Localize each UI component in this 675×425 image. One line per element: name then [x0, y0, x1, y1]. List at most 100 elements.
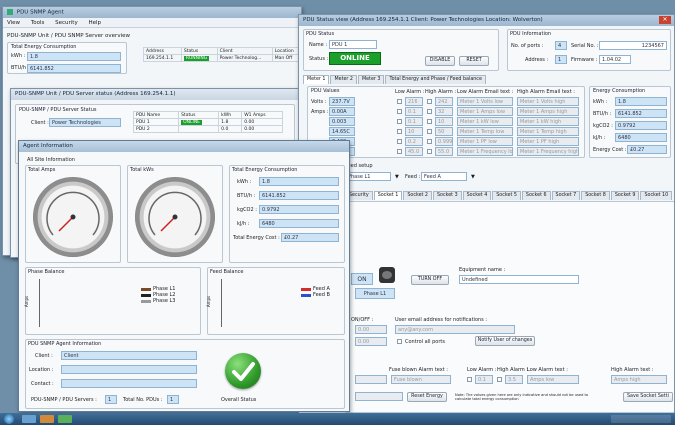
temp-low-checkbox[interactable] [397, 129, 402, 134]
turn-off-button[interactable]: TURN OFF [411, 275, 449, 285]
col-pdu-name[interactable]: PDU Name [132, 111, 180, 119]
amps-low-field[interactable]: 0.1 [405, 107, 423, 116]
tab-socket-8[interactable]: Socket 8 [581, 191, 610, 200]
freq-low-field[interactable]: 45.0 [405, 147, 423, 156]
pf-low-checkbox[interactable] [397, 139, 402, 144]
amps-low-text[interactable]: Meter 1 Amps low [457, 107, 513, 116]
col-address[interactable]: Address [143, 47, 182, 55]
ec-kgco2-label: kgCO2 : [593, 123, 613, 129]
notify-button[interactable]: Notify User of changes [475, 336, 535, 346]
reset-button[interactable]: RESET [459, 56, 489, 66]
chevron-down-icon[interactable]: ▼ [395, 174, 399, 180]
close-icon[interactable]: ✕ [659, 16, 671, 24]
pf-high-field[interactable]: 0.999 [435, 137, 453, 146]
tab-meter-3[interactable]: Meter 3 [357, 75, 385, 84]
volts-low-field[interactable]: 216 [405, 97, 423, 106]
kwh-field: 1.8 [27, 52, 121, 61]
sock-high-field[interactable]: 3.5 [505, 375, 523, 384]
sock-low-field[interactable]: 0.1 [475, 375, 493, 384]
disable-button[interactable]: DISABLE [425, 56, 455, 66]
volts-high-field[interactable]: 242 [435, 97, 453, 106]
pf-high-text[interactable]: Meter 1 PF high [517, 137, 579, 146]
menu-tools[interactable]: Tools [31, 20, 45, 26]
freq-high-text[interactable]: Meter 1 Frequency high [517, 147, 579, 156]
tab-meter-1[interactable]: Meter 1 [303, 75, 330, 84]
amps-low-checkbox[interactable] [397, 109, 402, 114]
feed-select[interactable]: Feed A [421, 172, 467, 181]
taskbar-app-icon[interactable] [40, 415, 54, 423]
col-client[interactable]: Client [216, 47, 273, 55]
temp-high-text[interactable]: Meter 1 Temp high [517, 127, 579, 136]
menu-security[interactable]: Security [55, 20, 78, 26]
pf-high-checkbox[interactable] [427, 139, 432, 144]
freq-low-checkbox[interactable] [397, 149, 402, 154]
tab-socket-2[interactable]: Socket 2 [403, 191, 432, 200]
sock-high-text-field[interactable]: Amps high [611, 375, 667, 384]
volts-low-checkbox[interactable] [397, 99, 402, 104]
amps-high-field[interactable]: 32 [435, 107, 453, 116]
menu-view[interactable]: View [7, 20, 20, 26]
control-all-checkbox[interactable] [397, 339, 402, 344]
start-orb-icon[interactable] [4, 414, 14, 424]
volts-high-text[interactable]: Meter 1 Volts high [517, 97, 579, 106]
temp-low-field[interactable]: 10 [405, 127, 423, 136]
reset-energy-button[interactable]: Reset Energy [407, 392, 447, 402]
sock-high-checkbox[interactable] [497, 377, 502, 382]
volts-high-checkbox[interactable] [427, 99, 432, 104]
tab-socket-1[interactable]: Socket 1 [373, 191, 403, 200]
freq-high-checkbox[interactable] [427, 149, 432, 154]
col-location[interactable]: Location [271, 47, 301, 55]
tab-meter-2[interactable]: Meter 2 [330, 75, 357, 84]
taskbar-app-icon[interactable] [58, 415, 72, 423]
tab-socket-4[interactable]: Socket 4 [462, 191, 492, 200]
kw-low-text[interactable]: Meter 1 kW low [457, 117, 513, 126]
kw-high-field[interactable]: 10 [435, 117, 453, 126]
sock-low-checkbox[interactable] [467, 377, 472, 382]
amps-high-checkbox[interactable] [427, 109, 432, 114]
kw-low-checkbox[interactable] [397, 119, 402, 124]
temp-value: 14.65C [329, 127, 355, 136]
name-field[interactable]: PDU 1 [329, 40, 377, 49]
table-row[interactable]: PDU 1 ONLINE 1.8 0.00 [132, 118, 283, 126]
agent-contact-field[interactable] [61, 379, 197, 388]
temp-high-checkbox[interactable] [427, 129, 432, 134]
table-row[interactable]: 169.254.1.1 RUNNING Power Technolog... M… [143, 54, 301, 62]
tab-total-energy[interactable]: Total Energy and Phase / Feed balance [385, 75, 486, 84]
volts-low-text[interactable]: Meter 1 Volts low [457, 97, 513, 106]
equipment-field[interactable]: Undefined [459, 275, 579, 284]
taskbar-app-icon[interactable] [22, 415, 36, 423]
freq-high-field[interactable]: 55.0 [435, 147, 453, 156]
table-row[interactable]: PDU 2 0.0 0.00 [132, 125, 283, 133]
fuse-field[interactable]: Fuse blown [391, 375, 451, 384]
chevron-down-icon[interactable]: ▼ [471, 174, 475, 180]
sock-low-text-field[interactable]: Amps low [527, 375, 579, 384]
on-off-field[interactable]: 0.00 [355, 325, 387, 334]
tab-socket-3[interactable]: Socket 3 [432, 191, 462, 200]
kw-high-text[interactable]: Meter 1 kW high [517, 117, 579, 126]
agent-location-field[interactable] [61, 365, 197, 374]
tab-socket-5[interactable]: Socket 5 [492, 191, 521, 200]
col-pdu-status[interactable]: Status [178, 111, 220, 119]
save-socket-button[interactable]: Save Socket Setti [623, 392, 673, 402]
tab-socket-7[interactable]: Socket 7 [551, 191, 581, 200]
tab-socket-6[interactable]: Socket 6 [521, 191, 551, 200]
tab-socket-10[interactable]: Socket 10 [640, 191, 673, 200]
agent-client-field[interactable]: Client [61, 351, 197, 360]
col-kwh[interactable]: kWh [218, 111, 243, 119]
phase-select[interactable]: Phase L1 [345, 172, 391, 181]
pf-low-text[interactable]: Meter 1 PF low [457, 137, 513, 146]
amps-high-text[interactable]: Meter 1 Amps high [517, 107, 579, 116]
on-off-field-2[interactable]: 0.00 [355, 337, 387, 346]
agent-info-titlebar: Agent Information [19, 141, 349, 152]
col-w1-amps[interactable]: W1 Amps [241, 111, 283, 119]
kw-low-field[interactable]: 0.1 [405, 117, 423, 126]
email-field[interactable]: any@any.com [395, 325, 515, 334]
temp-high-field[interactable]: 50 [435, 127, 453, 136]
pf-low-field[interactable]: 0.2 [405, 137, 423, 146]
freq-low-text[interactable]: Meter 1 Frequency low [457, 147, 513, 156]
menu-help[interactable]: Help [88, 20, 101, 26]
temp-low-text[interactable]: Meter 1 Temp low [457, 127, 513, 136]
tab-socket-9[interactable]: Socket 9 [610, 191, 640, 200]
col-status[interactable]: Status [180, 47, 218, 55]
kw-high-checkbox[interactable] [427, 119, 432, 124]
